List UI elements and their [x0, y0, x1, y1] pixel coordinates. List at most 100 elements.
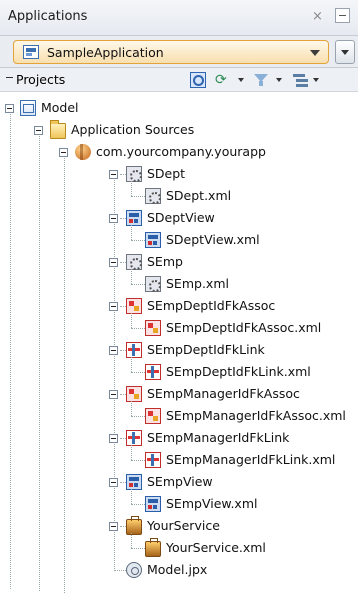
- close-icon[interactable]: ×: [312, 9, 323, 24]
- application-menu-button[interactable]: [335, 40, 355, 64]
- tree-guide: [131, 504, 145, 505]
- project-file-icon: [126, 562, 142, 578]
- tree-node-label: SEmpManagerIdFkLink.xml: [166, 452, 336, 467]
- tree-node-semp[interactable]: SEmp: [0, 251, 358, 273]
- collapse-icon[interactable]: [109, 302, 118, 311]
- tree-node-label: SEmpManagerIdFkAssoc: [147, 386, 300, 401]
- tree-node-file[interactable]: SDeptView.xml: [0, 225, 358, 251]
- tree-guide: [131, 196, 145, 197]
- tree-guide: [131, 372, 145, 373]
- tree-node-package[interactable]: com.yourcompany.yourapp: [0, 141, 358, 163]
- view-object-icon: [126, 474, 142, 490]
- collapse-icon[interactable]: [109, 214, 118, 223]
- sync-icon[interactable]: ⟳: [215, 72, 233, 88]
- tree-guide: [131, 489, 132, 504]
- tree-node-sdept[interactable]: SDept: [0, 163, 358, 185]
- collapse-icon[interactable]: [109, 170, 118, 179]
- view-link-icon: [126, 430, 142, 446]
- view-link-icon: [145, 364, 161, 380]
- tree-node-label: YourService: [147, 518, 220, 533]
- tree-node-label: Model.jpx: [147, 562, 208, 577]
- panel-title: Applications: [8, 9, 88, 24]
- collapse-icon[interactable]: [34, 126, 43, 135]
- tree-node-sdeptview[interactable]: SDeptView: [0, 207, 358, 229]
- tree-node-label: Application Sources: [71, 122, 195, 137]
- tree-node-file[interactable]: SEmpManagerIdFkAssoc.xml: [0, 401, 358, 427]
- tree-guide: [131, 548, 145, 549]
- tree-node-sempdeptidfklink[interactable]: SEmpDeptIdFkLink: [0, 339, 358, 361]
- chevron-down-icon: [310, 50, 320, 56]
- tree-guide: [131, 460, 145, 461]
- application-name: SampleApplication: [47, 45, 164, 60]
- minimize-button[interactable]: [335, 8, 350, 23]
- tree-guide: [131, 181, 132, 196]
- application-select[interactable]: SampleApplication: [13, 40, 329, 64]
- tree-node-file[interactable]: SEmpView.xml: [0, 489, 358, 515]
- tree-node-model[interactable]: Model: [0, 97, 358, 119]
- collapse-icon[interactable]: [5, 104, 14, 113]
- tree-options-dropdown-icon[interactable]: [313, 78, 319, 82]
- package-icon: [75, 144, 91, 160]
- filter-dropdown-icon[interactable]: [276, 78, 282, 82]
- find-icon[interactable]: [190, 72, 206, 88]
- view-link-icon: [145, 452, 161, 468]
- tree-node-label: SEmp: [147, 254, 183, 269]
- collapse-icon[interactable]: [109, 346, 118, 355]
- tree-node-label: YourService.xml: [166, 540, 266, 555]
- tree-node-sempmanageridfklink[interactable]: SEmpManagerIdFkLink: [0, 427, 358, 449]
- view-object-icon: [126, 210, 142, 226]
- tree-guide: [131, 240, 145, 241]
- tree-node-label: SEmpDeptIdFkLink.xml: [166, 364, 311, 379]
- tree-node-yourservice[interactable]: YourService: [0, 515, 358, 537]
- tree-node-file[interactable]: SEmpDeptIdFkLink.xml: [0, 357, 358, 383]
- tree-options-icon[interactable]: [291, 72, 307, 88]
- collapse-icon[interactable]: [109, 522, 118, 531]
- collapse-projects-icon[interactable]: [6, 77, 13, 78]
- collapse-icon[interactable]: [109, 434, 118, 443]
- tree-node-label: com.yourcompany.yourapp: [96, 144, 266, 159]
- tree-node-label: SDeptView: [147, 210, 215, 225]
- tree-guide: [131, 416, 145, 417]
- tree-node-file[interactable]: SDept.xml: [0, 181, 358, 207]
- tree-node-file[interactable]: YourService.xml: [0, 533, 358, 559]
- tree-node-sempmanageridfkassoc[interactable]: SEmpManagerIdFkAssoc: [0, 383, 358, 405]
- tree-node-label: SEmpDeptIdFkAssoc: [147, 298, 276, 313]
- tree-node-file[interactable]: SEmpDeptIdFkAssoc.xml: [0, 313, 358, 339]
- filter-icon[interactable]: [253, 72, 269, 88]
- projects-label[interactable]: Projects: [16, 72, 65, 87]
- tree-node-model-jpx[interactable]: Model.jpx: [0, 559, 358, 581]
- sync-dropdown-icon[interactable]: [238, 78, 244, 82]
- tree-node-file[interactable]: SEmp.xml: [0, 269, 358, 295]
- tree-node-label: SDept.xml: [166, 188, 232, 203]
- applications-panel-header: Applications ×: [0, 0, 358, 36]
- tree-guide: [131, 269, 132, 284]
- view-object-icon: [145, 232, 161, 248]
- tree-node-label: SEmpView.xml: [166, 496, 258, 511]
- tree-guide: [131, 533, 132, 548]
- collapse-icon[interactable]: [109, 390, 118, 399]
- tree-node-file[interactable]: SEmpManagerIdFkLink.xml: [0, 445, 358, 471]
- tree-guide: [131, 401, 132, 416]
- tree-node-sempview[interactable]: SEmpView: [0, 471, 358, 493]
- tree-guide: [131, 313, 132, 328]
- tree-node-label: SEmp.xml: [166, 276, 229, 291]
- collapse-icon[interactable]: [109, 478, 118, 487]
- association-icon: [126, 386, 142, 402]
- collapse-icon[interactable]: [59, 148, 68, 157]
- entity-object-icon: [145, 276, 161, 292]
- application-icon: [23, 45, 39, 59]
- association-icon: [145, 408, 161, 424]
- collapse-icon[interactable]: [109, 258, 118, 267]
- project-icon: [20, 100, 36, 116]
- view-object-icon: [145, 496, 161, 512]
- tree-guide: [131, 284, 145, 285]
- application-selector-bar: SampleApplication: [0, 36, 358, 68]
- tree-node-label: SEmpView: [147, 474, 213, 489]
- tree-node-application-sources[interactable]: Application Sources: [0, 119, 358, 141]
- tree-node-label: SEmpDeptIdFkAssoc.xml: [166, 320, 322, 335]
- tree-node-sempdeptidfkassoc[interactable]: SEmpDeptIdFkAssoc: [0, 295, 358, 317]
- tree-node-label: SEmpDeptIdFkLink: [147, 342, 265, 357]
- tree-guide: [131, 357, 132, 372]
- projects-header: Projects ⟳: [0, 68, 358, 92]
- tree-guide: [131, 328, 145, 329]
